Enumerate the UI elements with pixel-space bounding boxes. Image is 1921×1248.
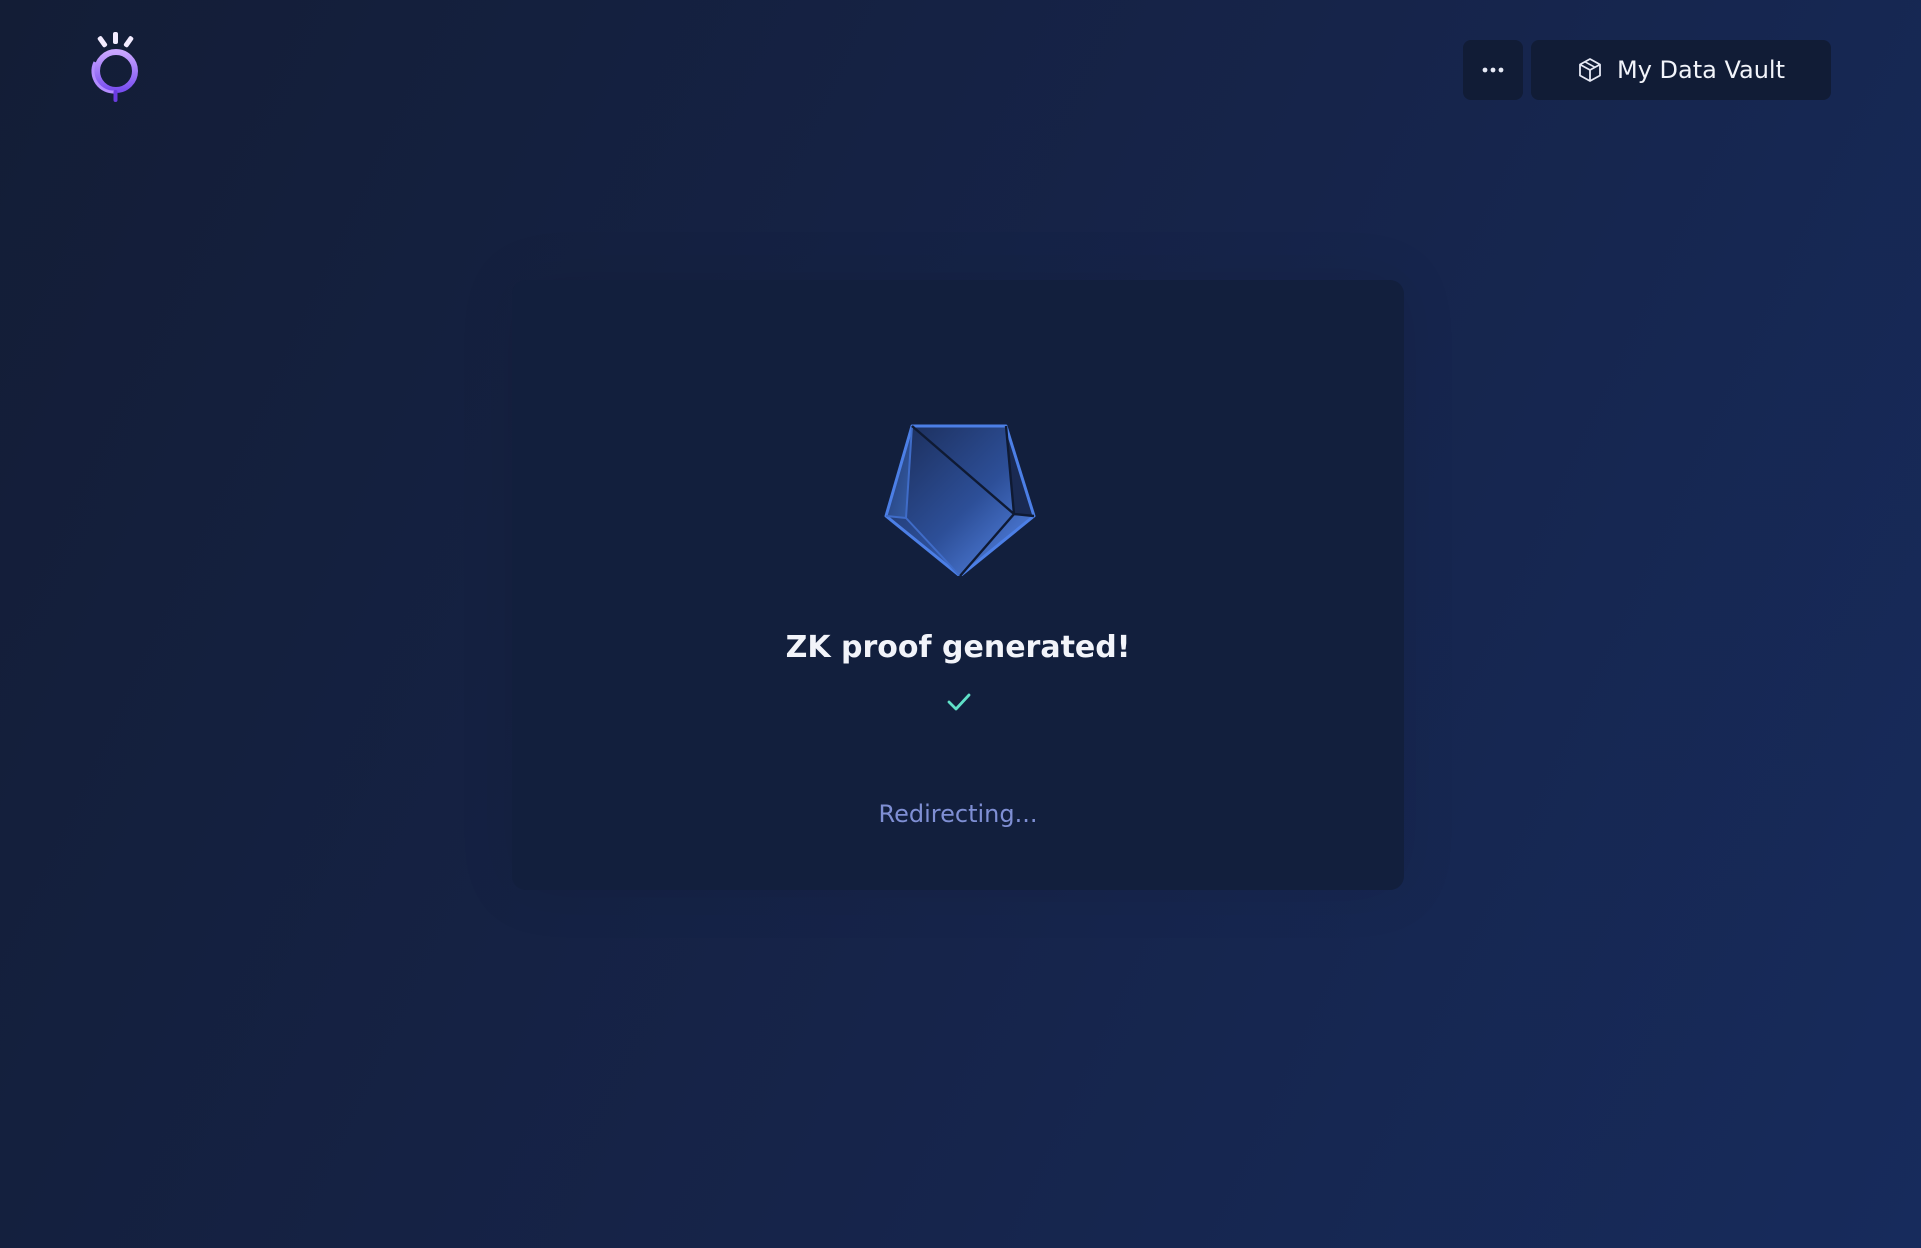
- proof-status-title: ZK proof generated!: [785, 630, 1131, 665]
- more-options-button[interactable]: [1463, 40, 1523, 100]
- vault-button-label: My Data Vault: [1616, 56, 1786, 84]
- pentagon-gem-icon: [884, 424, 1036, 576]
- check-icon: [947, 693, 971, 711]
- proof-status-card: ZK proof generated! Redirecting...: [512, 280, 1404, 890]
- ellipsis-icon: [1482, 67, 1504, 73]
- cube-icon: [1577, 57, 1603, 83]
- redirecting-status: Redirecting...: [878, 800, 1038, 828]
- logo-icon[interactable]: [86, 30, 146, 104]
- my-data-vault-button[interactable]: My Data Vault: [1531, 40, 1831, 100]
- header-actions: My Data Vault: [1463, 40, 1831, 100]
